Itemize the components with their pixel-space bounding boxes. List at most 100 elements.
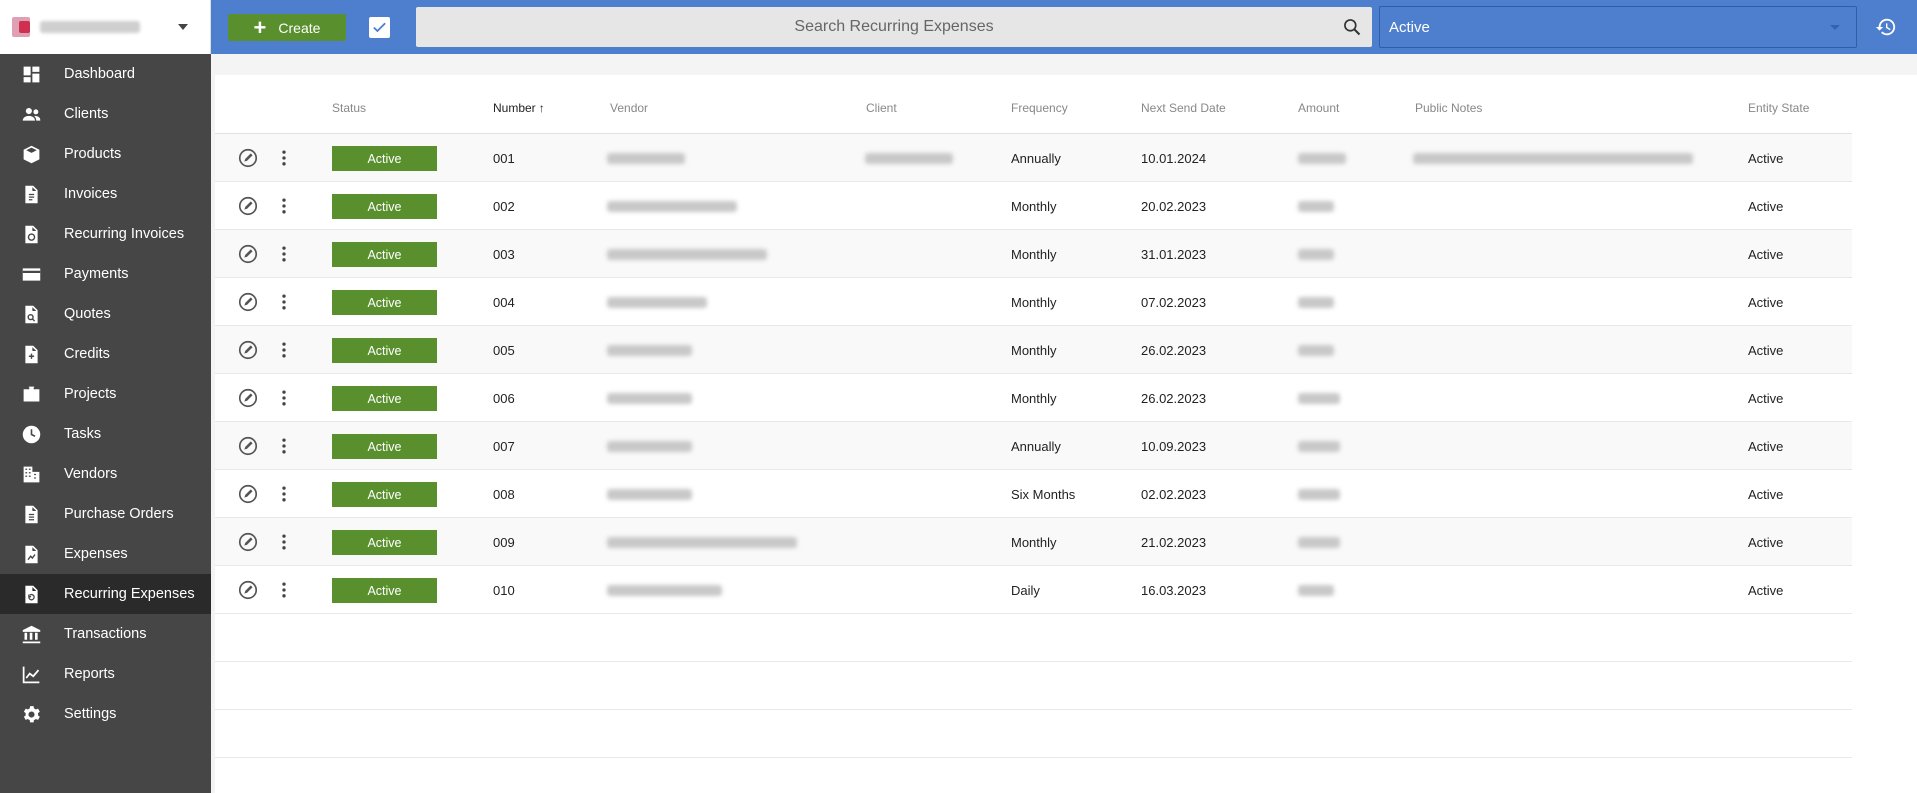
cell-entity-state: Active — [1748, 246, 1784, 262]
cell-number[interactable]: 007 — [493, 422, 515, 470]
entity-state-dropdown[interactable]: Active — [1379, 6, 1857, 48]
edit-icon[interactable] — [237, 435, 259, 457]
company-name-redacted — [40, 21, 140, 33]
sidebar-item-expenses[interactable]: Expenses — [0, 534, 211, 574]
column-header-status[interactable]: Status — [332, 101, 366, 115]
more-vert-icon[interactable] — [274, 196, 294, 216]
edit-icon[interactable] — [237, 243, 259, 265]
more-vert-icon[interactable] — [274, 292, 294, 312]
edit-icon[interactable] — [237, 147, 259, 169]
column-header-number[interactable]: Number ↑ — [493, 101, 545, 115]
cell-amount-redacted — [1298, 518, 1340, 566]
more-vert-icon[interactable] — [274, 532, 294, 552]
create-button[interactable]: + Create — [228, 14, 346, 41]
sidebar-item-dashboard[interactable]: Dashboard — [0, 54, 211, 94]
cell-number[interactable]: 001 — [493, 134, 515, 182]
cell-entity-state: Active — [1748, 438, 1784, 454]
cell-next-send-date: 21.02.2023 — [1141, 534, 1207, 550]
edit-icon[interactable] — [237, 387, 259, 409]
company-logo — [12, 17, 30, 37]
cell-number[interactable]: 010 — [493, 566, 515, 614]
column-header-label: Entity State — [1748, 101, 1810, 115]
column-header-frequency[interactable]: Frequency — [1011, 101, 1068, 115]
column-header-label: Frequency — [1011, 101, 1068, 115]
sidebar-item-recurring-invoices[interactable]: Recurring Invoices — [0, 214, 211, 254]
edit-icon[interactable] — [237, 531, 259, 553]
sidebar-item-credits[interactable]: Credits — [0, 334, 211, 374]
cell-amount-redacted — [1298, 326, 1334, 374]
history-icon[interactable] — [1875, 16, 1897, 38]
more-vert-icon[interactable] — [274, 484, 294, 504]
table-row[interactable]: Active 001 Annually 10.01.2024 Active — [215, 134, 1852, 182]
sidebar-item-reports[interactable]: Reports — [0, 654, 211, 694]
cell-frequency: Six Months — [1011, 486, 1076, 502]
more-vert-icon[interactable] — [274, 436, 294, 456]
column-header-entity-state[interactable]: Entity State — [1748, 101, 1809, 115]
sidebar-item-payments[interactable]: Payments — [0, 254, 211, 294]
sidebar-item-label: Vendors — [64, 466, 118, 482]
cell-number[interactable]: 009 — [493, 518, 515, 566]
table-row[interactable]: Active 010 Daily 16.03.2023 Active — [215, 566, 1852, 614]
column-header-amount[interactable]: Amount — [1298, 101, 1339, 115]
sidebar-item-recurring-expenses[interactable]: Recurring Expenses — [0, 574, 211, 614]
plus-icon: + — [253, 14, 267, 40]
cell-number[interactable]: 003 — [493, 230, 515, 278]
edit-icon[interactable] — [237, 579, 259, 601]
more-vert-icon[interactable] — [274, 340, 294, 360]
sidebar-item-settings[interactable]: Settings — [0, 694, 211, 734]
sidebar-item-label: Settings — [64, 706, 117, 722]
table-row[interactable]: Active 005 Monthly 26.02.2023 Active — [215, 326, 1852, 374]
table-row[interactable]: Active 004 Monthly 07.02.2023 Active — [215, 278, 1852, 326]
table-row[interactable]: Active 008 Six Months 02.02.2023 Active — [215, 470, 1852, 518]
column-header-client[interactable]: Client — [866, 101, 897, 115]
cell-number[interactable]: 002 — [493, 182, 515, 230]
column-header-public-notes[interactable]: Public Notes — [1415, 101, 1482, 115]
cell-vendor-redacted — [607, 326, 692, 374]
sidebar-item-label: Products — [64, 146, 122, 162]
cell-number[interactable]: 004 — [493, 278, 515, 326]
edit-icon[interactable] — [237, 195, 259, 217]
sidebar-item-tasks[interactable]: Tasks — [0, 414, 211, 454]
recurring-expenses-icon — [20, 583, 42, 605]
sidebar-item-purchase-orders[interactable]: Purchase Orders — [0, 494, 211, 534]
sidebar-item-transactions[interactable]: Transactions — [0, 614, 211, 654]
column-header-next-send-date[interactable]: Next Send Date — [1141, 101, 1226, 115]
edit-icon[interactable] — [237, 483, 259, 505]
table-row[interactable]: Active 002 Monthly 20.02.2023 Active — [215, 182, 1852, 230]
products-icon — [20, 143, 42, 165]
sidebar-item-projects[interactable]: Projects — [0, 374, 211, 414]
table-row[interactable]: Active 007 Annually 10.09.2023 Active — [215, 422, 1852, 470]
table-row[interactable]: Active 006 Monthly 26.02.2023 Active — [215, 374, 1852, 422]
sidebar-item-invoices[interactable]: Invoices — [0, 174, 211, 214]
table-row[interactable]: Active 003 Monthly 31.01.2023 Active — [215, 230, 1852, 278]
cell-frequency: Monthly — [1011, 390, 1057, 406]
column-header-label: Amount — [1298, 101, 1340, 115]
dashboard-icon — [20, 63, 42, 85]
cell-vendor-redacted — [607, 422, 692, 470]
company-selector[interactable] — [0, 0, 211, 54]
sidebar-item-products[interactable]: Products — [0, 134, 211, 174]
search-icon[interactable] — [1342, 17, 1362, 37]
edit-icon[interactable] — [237, 291, 259, 313]
more-vert-icon[interactable] — [274, 148, 294, 168]
cell-number[interactable]: 008 — [493, 470, 515, 518]
cell-number[interactable]: 005 — [493, 326, 515, 374]
more-vert-icon[interactable] — [274, 388, 294, 408]
more-vert-icon[interactable] — [274, 580, 294, 600]
more-vert-icon[interactable] — [274, 244, 294, 264]
cell-number[interactable]: 006 — [493, 374, 515, 422]
column-header-label: Vendor — [610, 101, 649, 115]
cell-frequency: Monthly — [1011, 294, 1057, 310]
sidebar-item-quotes[interactable]: Quotes — [0, 294, 211, 334]
search-input[interactable] — [416, 7, 1372, 47]
table-row[interactable]: Active 009 Monthly 21.02.2023 Active — [215, 518, 1852, 566]
select-all-checkbox[interactable] — [369, 17, 390, 38]
status-badge: Active — [332, 338, 437, 363]
edit-icon[interactable] — [237, 339, 259, 361]
column-header-vendor[interactable]: Vendor — [610, 101, 648, 115]
sidebar-item-clients[interactable]: Clients — [0, 94, 211, 134]
cell-vendor-redacted — [607, 278, 707, 326]
sidebar-item-vendors[interactable]: Vendors — [0, 454, 211, 494]
sidebar-item-label: Payments — [64, 266, 129, 282]
cell-next-send-date: 31.01.2023 — [1141, 246, 1207, 262]
